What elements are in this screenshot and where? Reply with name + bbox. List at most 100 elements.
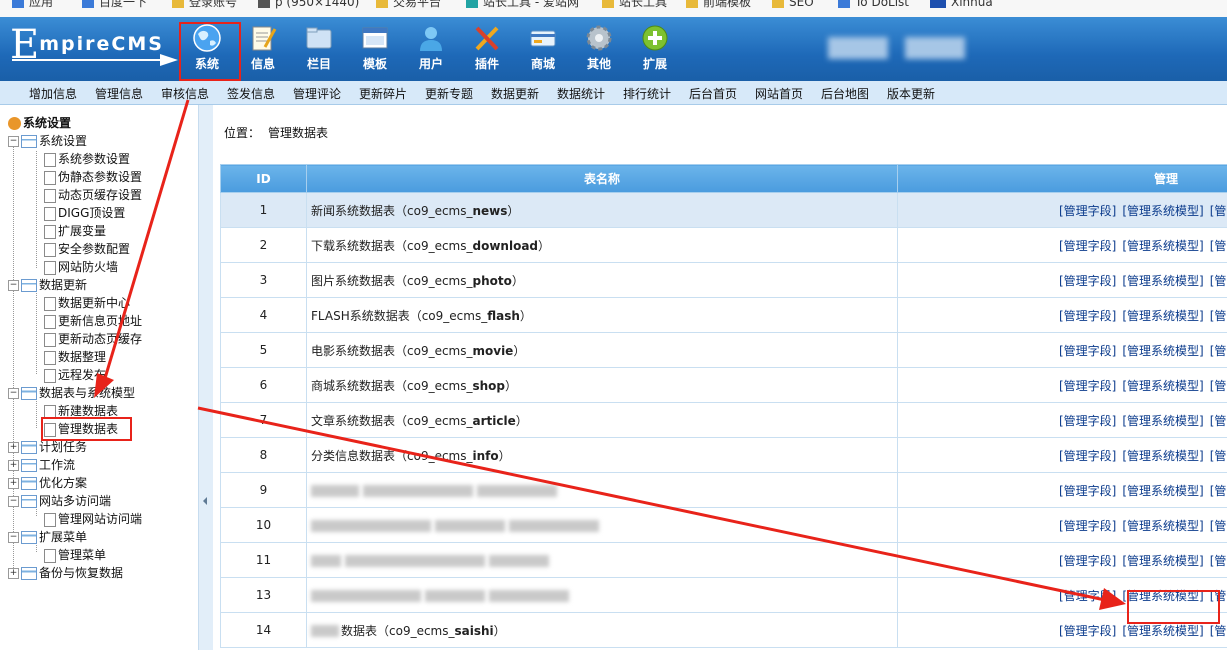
collapse-icon[interactable]: − [8, 280, 19, 291]
sidebar-group-backup[interactable]: + 备份与恢复数据 [8, 564, 123, 582]
manage-fields-link[interactable]: [管理字段] [1059, 379, 1116, 393]
sidebar-item-digg[interactable]: DIGG顶设置 [44, 204, 125, 222]
nav-shop[interactable]: 商城 [517, 21, 569, 75]
manage-model-link[interactable]: [管理系统模型] [1122, 344, 1203, 358]
manage-fields-link[interactable]: [管理字段] [1059, 274, 1116, 288]
bookmark-apps[interactable]: 应用 [12, 0, 53, 10]
manage-fields-link[interactable]: [管理字段] [1059, 414, 1116, 428]
sidebar-group-workflow[interactable]: + 工作流 [8, 456, 75, 474]
sidebar-item-rewrite[interactable]: 伪静态参数设置 [44, 168, 142, 186]
table-row[interactable]: 2 下载系统数据表（co9_ecms_download） [管理字段] [管理系统模型… [220, 227, 1227, 263]
table-row[interactable]: 5 电影系统数据表（co9_ecms_movie） [管理字段] [管理系统模型] [管 [220, 332, 1227, 368]
submenu-item[interactable]: 审核信息 [161, 85, 209, 102]
table-row[interactable]: 1 新闻系统数据表（co9_ecms_news） [管理字段] [管理系统模型] [管 [220, 192, 1227, 228]
manage-model-link[interactable]: [管理系统模型] [1122, 414, 1203, 428]
bookmark-aizhan[interactable]: 站长工具 - 爱站网 [466, 0, 579, 10]
table-row[interactable]: 14 数据表（co9_ecms_saishi） [管理字段] [管理系统模型] [管 [220, 612, 1227, 648]
bookmark-xinhua[interactable]: Xinhua [930, 0, 993, 10]
manage-more-link[interactable]: [管 [1210, 309, 1227, 323]
sidebar-item-ext-vars[interactable]: 扩展变量 [44, 222, 106, 240]
bookmark-baidu[interactable]: 百度一下 [82, 0, 147, 10]
manage-fields-link[interactable]: [管理字段] [1059, 204, 1116, 218]
expand-icon[interactable]: + [8, 442, 19, 453]
manage-more-link[interactable]: [管 [1210, 519, 1227, 533]
manage-fields-link[interactable]: [管理字段] [1059, 519, 1116, 533]
collapse-icon[interactable]: − [8, 532, 19, 543]
nav-template[interactable]: 模板 [349, 21, 401, 75]
manage-fields-link[interactable]: [管理字段] [1059, 624, 1116, 638]
table-row[interactable]: 6 商城系统数据表（co9_ecms_shop） [管理字段] [管理系统模型] [管 [220, 367, 1227, 403]
submenu-item[interactable]: 更新专题 [425, 85, 473, 102]
collapse-icon[interactable]: − [8, 136, 19, 147]
expand-icon[interactable]: + [8, 568, 19, 579]
table-row[interactable]: 9 [管理字段] [管理系统模型] [管 [220, 472, 1227, 508]
nav-column[interactable]: 栏目 [293, 21, 345, 75]
manage-more-link[interactable]: [管 [1210, 344, 1227, 358]
expand-icon[interactable]: + [8, 460, 19, 471]
bookmark-todolist[interactable]: To DoList [838, 0, 909, 10]
manage-more-link[interactable]: [管 [1210, 379, 1227, 393]
sidebar-item-remote-publish[interactable]: 远程发布 [44, 366, 106, 384]
collapse-arrow-icon[interactable] [203, 497, 207, 505]
bookmark-p[interactable]: p (950×1440) [258, 0, 359, 10]
sidebar-group-ext-menu[interactable]: − 扩展菜单 [8, 528, 87, 546]
sidebar-item-manage-menu[interactable]: 管理菜单 [44, 546, 106, 564]
sidebar-group-data-update[interactable]: − 数据更新 [8, 276, 87, 294]
manage-fields-link[interactable]: [管理字段] [1059, 484, 1116, 498]
sidebar-item-dynamic-cache[interactable]: 动态页缓存设置 [44, 186, 142, 204]
manage-more-link[interactable]: [管 [1210, 414, 1227, 428]
nav-user[interactable]: 用户 [405, 21, 457, 75]
submenu-item[interactable]: 网站首页 [755, 85, 803, 102]
submenu-item[interactable]: 数据统计 [557, 85, 605, 102]
expand-icon[interactable]: + [8, 478, 19, 489]
manage-more-link[interactable]: [管 [1210, 239, 1227, 253]
table-row[interactable]: 3 图片系统数据表（co9_ecms_photo） [管理字段] [管理系统模型] [管 [220, 262, 1227, 298]
sidebar-item-security[interactable]: 安全参数配置 [44, 240, 130, 258]
sidebar-group-optimize[interactable]: + 优化方案 [8, 474, 87, 492]
breadcrumb-link[interactable]: 管理数据表 [268, 126, 328, 140]
manage-model-link[interactable]: [管理系统模型] [1122, 624, 1203, 638]
table-row[interactable]: 10 [管理字段] [管理系统模型] [管 [220, 507, 1227, 543]
manage-more-link[interactable]: [管 [1210, 484, 1227, 498]
manage-fields-link[interactable]: [管理字段] [1059, 309, 1116, 323]
sidebar-item-firewall[interactable]: 网站防火墙 [44, 258, 118, 276]
submenu-item[interactable]: 后台首页 [689, 85, 737, 102]
submenu-item[interactable]: 版本更新 [887, 85, 935, 102]
submenu-item[interactable]: 后台地图 [821, 85, 869, 102]
manage-fields-link[interactable]: [管理字段] [1059, 449, 1116, 463]
sidebar-root[interactable]: 系统设置 [8, 114, 71, 132]
submenu-item[interactable]: 数据更新 [491, 85, 539, 102]
collapse-icon[interactable]: − [8, 496, 19, 507]
manage-model-link[interactable]: [管理系统模型] [1122, 519, 1203, 533]
manage-fields-link[interactable]: [管理字段] [1059, 554, 1116, 568]
manage-model-link[interactable]: [管理系统模型] [1122, 554, 1203, 568]
table-row[interactable]: 13 [管理字段] [管理系统模型] [管 [220, 577, 1227, 613]
nav-plugin[interactable]: 插件 [461, 21, 513, 75]
table-row[interactable]: 7 文章系统数据表（co9_ecms_article） [管理字段] [管理系统模型]… [220, 402, 1227, 438]
collapse-icon[interactable]: − [8, 388, 19, 399]
nav-other[interactable]: 其他 [573, 21, 625, 75]
bookmark-trade[interactable]: 交易平台 [376, 0, 441, 10]
sidebar-group-multi-access[interactable]: − 网站多访问端 [8, 492, 111, 510]
sidebar-item-manage-access[interactable]: 管理网站访问端 [44, 510, 142, 528]
submenu-item[interactable]: 增加信息 [29, 85, 77, 102]
table-row[interactable]: 11 [管理字段] [管理系统模型] [管 [220, 542, 1227, 578]
manage-model-link[interactable]: [管理系统模型] [1122, 379, 1203, 393]
manage-model-link[interactable]: [管理系统模型] [1122, 449, 1203, 463]
manage-model-link[interactable]: [管理系统模型] [1122, 484, 1203, 498]
sidebar-item-update-center[interactable]: 数据更新中心 [44, 294, 130, 312]
table-row[interactable]: 8 分类信息数据表（co9_ecms_info） [管理字段] [管理系统模型] [管 [220, 437, 1227, 473]
sidebar-splitter[interactable] [198, 105, 213, 650]
manage-more-link[interactable]: [管 [1210, 554, 1227, 568]
manage-more-link[interactable]: [管 [1210, 204, 1227, 218]
bookmark-login[interactable]: 登录账号 [172, 0, 237, 10]
manage-more-link[interactable]: [管 [1210, 449, 1227, 463]
manage-fields-link[interactable]: [管理字段] [1059, 239, 1116, 253]
manage-more-link[interactable]: [管 [1210, 624, 1227, 638]
submenu-item[interactable]: 管理评论 [293, 85, 341, 102]
nav-info[interactable]: 信息 [237, 21, 289, 75]
manage-model-link[interactable]: [管理系统模型] [1122, 239, 1203, 253]
submenu-item[interactable]: 排行统计 [623, 85, 671, 102]
nav-extend[interactable]: 扩展 [629, 21, 681, 75]
manage-model-link[interactable]: [管理系统模型] [1122, 274, 1203, 288]
